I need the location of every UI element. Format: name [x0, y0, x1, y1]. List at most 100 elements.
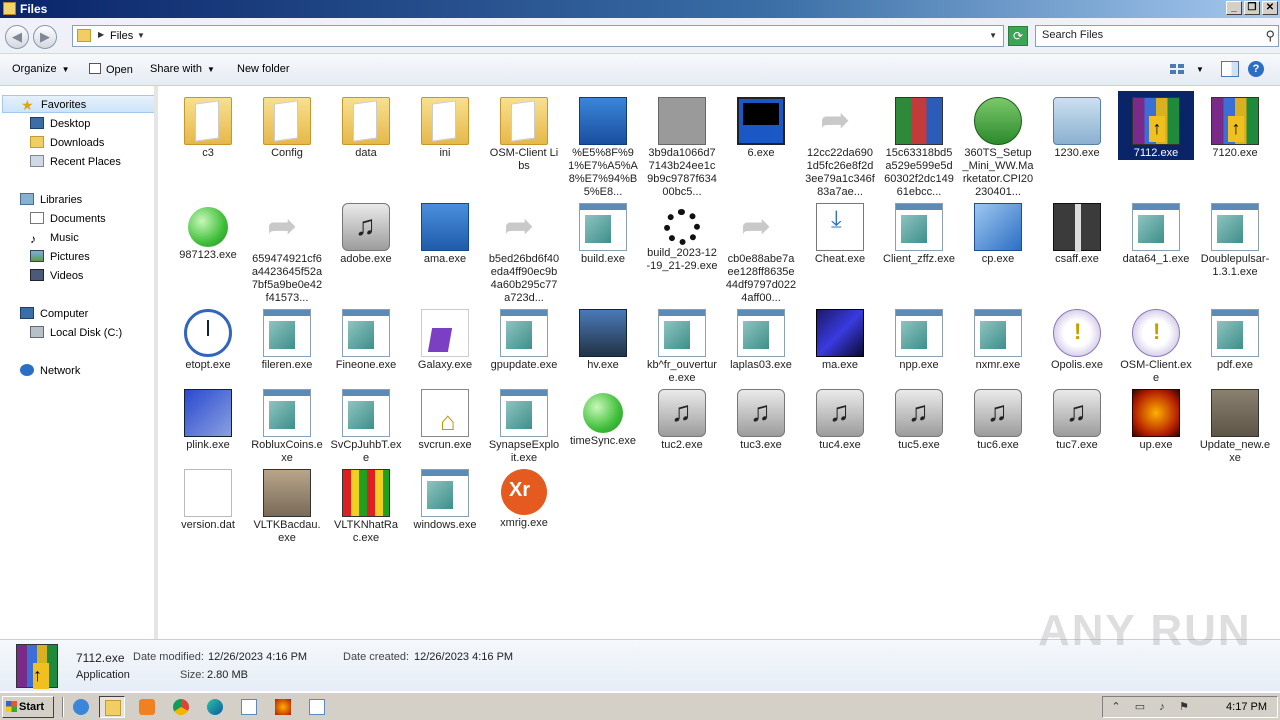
file-item[interactable]: fileren.exe — [249, 303, 325, 372]
volume-icon[interactable]: ♪ — [1155, 700, 1169, 714]
refresh-icon[interactable]: ⟳ — [1008, 26, 1028, 46]
start-button[interactable]: Start — [2, 696, 54, 718]
file-item[interactable]: hv.exe — [565, 303, 641, 372]
file-item[interactable]: up.exe — [1118, 383, 1194, 452]
sidebar-item-network[interactable]: Network — [20, 362, 80, 380]
sidebar-item-computer[interactable]: Computer — [20, 305, 88, 323]
new-folder-button[interactable]: New folder — [237, 63, 290, 75]
file-item[interactable]: tuc3.exe — [723, 383, 799, 452]
file-item[interactable]: 7112.exe — [1118, 91, 1194, 160]
sidebar-item-libraries[interactable]: Libraries — [20, 191, 82, 209]
file-item[interactable]: 15c63318bd5a529e599e5d60302f2dc14961ebcc… — [881, 91, 957, 199]
breadcrumb-chevron-icon[interactable]: ▶ — [98, 30, 104, 39]
file-item[interactable]: tuc7.exe — [1039, 383, 1115, 452]
organize-menu[interactable]: Organize ▼ — [12, 63, 70, 75]
file-item[interactable]: VLTKBacdau.exe — [249, 463, 325, 545]
taskbar-ie[interactable] — [68, 696, 94, 718]
search-icon[interactable]: ⚲ — [1265, 28, 1275, 44]
file-item[interactable]: kb^fr_ouverture.exe — [644, 303, 720, 385]
file-item[interactable]: VLTKNhatRac.exe — [328, 463, 404, 545]
file-item[interactable]: Doublepulsar-1.3.1.exe — [1197, 197, 1273, 279]
file-item[interactable]: RobluxCoins.exe — [249, 383, 325, 465]
file-item[interactable]: pdf.exe — [1197, 303, 1273, 372]
file-item[interactable]: 7120.exe — [1197, 91, 1273, 160]
file-item[interactable]: OSM-Client Libs — [486, 91, 562, 173]
file-item[interactable]: adobe.exe — [328, 197, 404, 266]
view-options-icon[interactable] — [1170, 61, 1188, 77]
clock[interactable]: 4:17 PM — [1226, 701, 1267, 713]
forward-button[interactable]: ▶ — [33, 25, 57, 49]
sidebar-item-local-disk[interactable]: Local Disk (C:) — [30, 324, 122, 342]
file-item[interactable]: 6.exe — [723, 91, 799, 160]
file-item[interactable]: Update_new.exe — [1197, 383, 1273, 465]
file-item[interactable]: laplas03.exe — [723, 303, 799, 372]
file-item[interactable]: 12cc22da6901d5fc26e8f2d3ee79a1c346f83a7a… — [802, 91, 878, 199]
back-button[interactable]: ◀ — [5, 25, 29, 49]
file-item[interactable]: 659474921cf6a4423645f52a7bf5a9be0e42f415… — [249, 197, 325, 305]
file-item[interactable]: windows.exe — [407, 463, 483, 532]
close-button[interactable]: ✕ — [1262, 1, 1278, 15]
sidebar-scrollbar[interactable] — [154, 86, 158, 639]
sidebar-item-recent-places[interactable]: Recent Places — [30, 153, 121, 171]
taskbar-app-3[interactable] — [304, 696, 330, 718]
file-item[interactable]: 360TS_Setup_Mini_WW.Marketator.CPI202304… — [960, 91, 1036, 199]
file-item[interactable]: xmrig.exe — [486, 463, 562, 530]
share-with-menu[interactable]: Share with ▼ — [150, 63, 215, 75]
file-item[interactable]: 1230.exe — [1039, 91, 1115, 160]
file-item[interactable]: Client_zffz.exe — [881, 197, 957, 266]
file-item[interactable]: Cheat.exe — [802, 197, 878, 266]
file-item[interactable]: Galaxy.exe — [407, 303, 483, 372]
file-item[interactable]: SvCpJuhbT.exe — [328, 383, 404, 465]
file-item[interactable]: Fineone.exe — [328, 303, 404, 372]
address-field[interactable]: ▶ Files ▼ ▼ — [72, 25, 1004, 47]
file-item[interactable]: gpupdate.exe — [486, 303, 562, 372]
taskbar-explorer[interactable] — [99, 696, 125, 718]
file-item[interactable]: Config — [249, 91, 325, 160]
show-hidden-icons-icon[interactable]: ⌃ — [1109, 700, 1123, 714]
file-item[interactable]: ama.exe — [407, 197, 483, 266]
view-dropdown-icon[interactable]: ▼ — [1196, 65, 1214, 81]
taskbar-chrome[interactable] — [168, 696, 194, 718]
file-item[interactable]: ini — [407, 91, 483, 160]
taskbar-app-2[interactable] — [270, 696, 296, 718]
file-item[interactable]: tuc2.exe — [644, 383, 720, 452]
file-item[interactable]: ma.exe — [802, 303, 878, 372]
taskbar-media-player[interactable] — [134, 696, 160, 718]
sidebar-item-downloads[interactable]: Downloads — [30, 134, 104, 152]
file-item[interactable]: data — [328, 91, 404, 160]
file-item[interactable]: data64_1.exe — [1118, 197, 1194, 266]
file-item[interactable]: nxmr.exe — [960, 303, 1036, 372]
search-input[interactable] — [1042, 29, 1252, 41]
title-bar[interactable]: Files _ ❐ ✕ — [0, 0, 1280, 18]
file-item[interactable]: 3b9da1066d77143b24ee1c9b9c9787f63400bc5.… — [644, 91, 720, 199]
file-item[interactable]: c3 — [170, 91, 246, 160]
file-item[interactable]: tuc6.exe — [960, 383, 1036, 452]
help-icon[interactable]: ? — [1248, 61, 1264, 77]
file-item[interactable]: tuc5.exe — [881, 383, 957, 452]
file-item[interactable]: build_2023-12-19_21-29.exe — [644, 197, 720, 273]
file-item[interactable]: svcrun.exe — [407, 383, 483, 452]
minimize-button[interactable]: _ — [1226, 1, 1242, 15]
network-tray-icon[interactable]: ▭ — [1133, 700, 1147, 714]
file-item[interactable]: cb0e88abe7aee128ff8635e44df9797d0224aff0… — [723, 197, 799, 305]
file-item[interactable]: 987123.exe — [170, 197, 246, 262]
file-item[interactable]: tuc4.exe — [802, 383, 878, 452]
file-item[interactable]: %E5%8F%91%E7%A5%A8%E7%94%B5%E8... — [565, 91, 641, 199]
sidebar-item-favorites[interactable]: ★ Favorites — [2, 95, 157, 113]
breadcrumb-chevron-icon[interactable]: ▼ — [137, 31, 145, 40]
sidebar-item-pictures[interactable]: Pictures — [30, 248, 90, 266]
file-item[interactable]: csaff.exe — [1039, 197, 1115, 266]
sidebar-item-videos[interactable]: Videos — [30, 267, 83, 285]
sidebar-item-desktop[interactable]: Desktop — [30, 115, 90, 133]
sidebar-item-documents[interactable]: Documents — [30, 210, 106, 228]
file-item[interactable]: Opolis.exe — [1039, 303, 1115, 372]
file-item[interactable]: build.exe — [565, 197, 641, 266]
file-item[interactable]: OSM-Client.exe — [1118, 303, 1194, 385]
file-item[interactable]: timeSync.exe — [565, 383, 641, 448]
taskbar-app-1[interactable] — [236, 696, 262, 718]
preview-pane-icon[interactable] — [1221, 61, 1239, 77]
restore-button[interactable]: ❐ — [1244, 1, 1260, 15]
action-center-flag-icon[interactable]: ⚑ — [1177, 700, 1191, 714]
file-item[interactable]: b5ed26bd6f40eda4ff90ec9b4a60b295c77a723d… — [486, 197, 562, 305]
sidebar-item-music[interactable]: ♪ Music — [30, 229, 79, 247]
